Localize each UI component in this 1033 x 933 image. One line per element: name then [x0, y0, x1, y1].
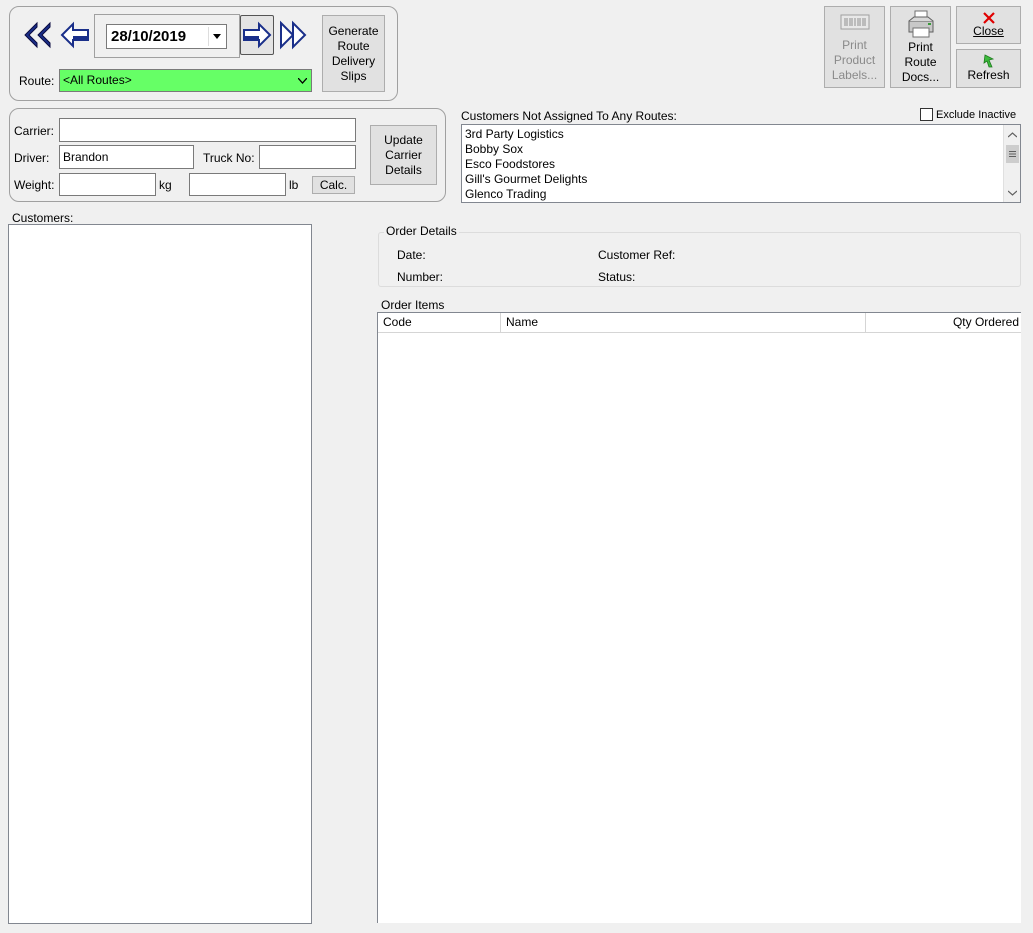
order-items-title: Order Items	[381, 298, 445, 312]
route-select[interactable]: <All Routes>	[59, 69, 312, 92]
close-label: Close	[973, 23, 1004, 38]
customer-ref-label: Customer Ref:	[598, 248, 676, 262]
previous-date-button[interactable]	[58, 15, 92, 55]
barcode-icon	[840, 14, 869, 30]
scroll-down-button[interactable]	[1004, 184, 1020, 201]
print-docs-line2: Route	[904, 55, 937, 69]
kg-unit-label: kg	[159, 178, 172, 192]
chevron-down-icon	[298, 78, 307, 84]
date-value: 28/10/2019	[111, 28, 187, 45]
print-labels-line2: Product	[833, 53, 876, 67]
double-left-arrow-icon	[24, 21, 51, 49]
order-items-header: Code Name Qty Ordered	[378, 313, 1021, 333]
date-picker[interactable]: 28/10/2019	[106, 24, 227, 49]
customers-label: Customers:	[12, 211, 74, 225]
grip-icon	[1009, 151, 1016, 157]
lb-unit-label: lb	[289, 178, 299, 192]
truck-no-input[interactable]	[259, 145, 356, 169]
order-details-group	[378, 232, 1021, 287]
unassigned-customers-title: Customers Not Assigned To Any Routes:	[461, 109, 677, 123]
update-line2: Carrier	[385, 147, 422, 162]
chevron-up-icon	[1008, 131, 1017, 137]
generate-label-4: Slips	[340, 68, 367, 83]
weight-lb-input[interactable]	[189, 173, 286, 196]
printer-icon	[908, 10, 933, 38]
weight-kg-input[interactable]	[59, 173, 156, 196]
print-labels-line3: Labels...	[831, 68, 878, 82]
close-icon	[982, 11, 995, 24]
weight-label: Weight:	[14, 178, 55, 192]
refresh-label: Refresh	[967, 68, 1010, 82]
last-date-button[interactable]	[276, 15, 310, 55]
right-arrow-icon	[243, 21, 272, 49]
list-item[interactable]: 3rd Party Logistics	[462, 127, 1020, 142]
order-number-label: Number:	[397, 270, 444, 284]
update-carrier-details-button[interactable]: Update Carrier Details	[370, 125, 437, 185]
chevron-down-icon	[212, 34, 221, 39]
list-item[interactable]: Bobby Sox	[462, 142, 1020, 157]
generate-route-delivery-slips-button[interactable]: Generate Route Delivery Slips	[322, 15, 385, 92]
order-date-label: Date:	[397, 248, 426, 262]
column-header-code[interactable]: Code	[378, 313, 501, 332]
list-item[interactable]: Glenco Trading	[462, 187, 1020, 202]
first-date-button[interactable]	[21, 15, 55, 55]
left-arrow-icon	[60, 21, 89, 49]
route-label: Route:	[19, 74, 55, 88]
column-header-qty-ordered[interactable]: Qty Ordered	[866, 313, 1021, 332]
generate-label-1: Generate	[328, 23, 379, 38]
carrier-label: Carrier:	[14, 124, 55, 138]
print-labels-line1: Print	[842, 38, 867, 52]
generate-label-3: Delivery	[331, 53, 376, 68]
print-docs-line3: Docs...	[901, 70, 940, 84]
truck-no-label: Truck No:	[203, 151, 255, 165]
generate-label-2: Route	[337, 38, 370, 53]
driver-label: Driver:	[14, 151, 50, 165]
list-item[interactable]: Esco Foodstores	[462, 157, 1020, 172]
scroll-up-button[interactable]	[1004, 126, 1020, 143]
route-value: <All Routes>	[63, 73, 132, 87]
chevron-down-icon	[1008, 190, 1017, 196]
date-dropdown-button[interactable]	[208, 27, 224, 46]
unassigned-customers-list[interactable]: 3rd Party Logistics Bobby Sox Esco Foods…	[461, 124, 1021, 203]
calc-button[interactable]: Calc.	[312, 176, 355, 194]
column-header-name[interactable]: Name	[501, 313, 866, 332]
vertical-scrollbar[interactable]	[1003, 125, 1020, 202]
order-details-title: Order Details	[384, 224, 459, 238]
order-status-label: Status:	[598, 270, 636, 284]
refresh-button[interactable]: Refresh	[956, 49, 1021, 88]
refresh-icon	[982, 54, 994, 68]
print-docs-line1: Print	[908, 40, 933, 54]
order-items-grid[interactable]: Code Name Qty Ordered	[377, 312, 1021, 923]
print-product-labels-button[interactable]: Print Product Labels...	[824, 6, 885, 88]
calc-label: Calc.	[319, 177, 348, 192]
update-line1: Update	[384, 132, 423, 147]
driver-input[interactable]: Brandon	[59, 145, 194, 169]
list-item[interactable]: Gill's Gourmet Delights	[462, 172, 1020, 187]
close-button[interactable]: Close	[956, 6, 1021, 44]
customers-list[interactable]	[8, 224, 312, 924]
double-right-arrow-icon	[280, 20, 307, 50]
carrier-input[interactable]	[59, 118, 356, 142]
print-route-docs-button[interactable]: Print Route Docs...	[890, 6, 951, 88]
update-line3: Details	[385, 162, 422, 177]
exclude-inactive-label: Exclude Inactive	[936, 109, 1017, 121]
exclude-inactive-checkbox[interactable]	[920, 108, 933, 121]
scroll-thumb[interactable]	[1006, 145, 1019, 163]
next-date-button[interactable]	[240, 15, 274, 55]
